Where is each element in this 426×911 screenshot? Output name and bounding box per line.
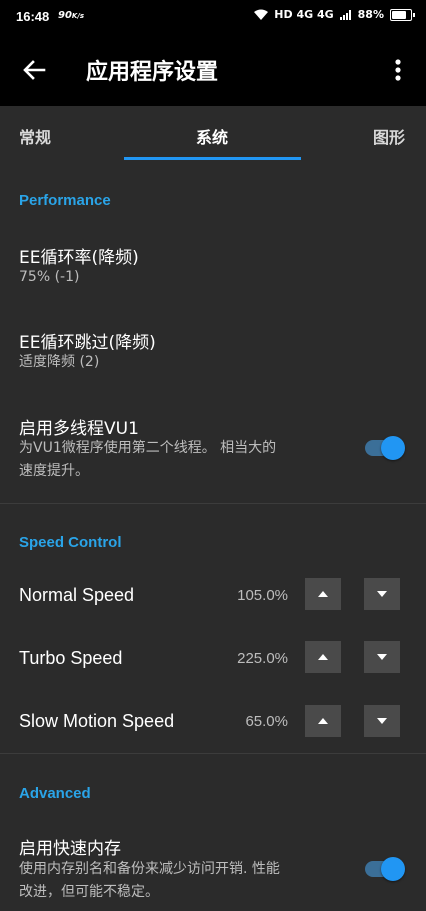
ee-cycle-skip-title: EE循环跳过(降频) — [19, 333, 156, 353]
section-header-performance: Performance — [19, 192, 111, 209]
status-bar: 16:48 90K/s HD 4G 4G 88% — [0, 0, 426, 34]
signal-indicator: HD 4G 4G — [274, 8, 334, 21]
arrow-down-icon — [377, 718, 387, 724]
toggle-thumb — [381, 436, 405, 460]
mt-vu1-title: 启用多线程VU1 — [19, 419, 139, 439]
tab-graphics[interactable]: 图形 — [373, 124, 405, 148]
increase-button[interactable] — [305, 578, 341, 610]
tab-bar: 常规 系统 图形 — [0, 106, 426, 162]
mt-vu1-desc-line1: 为VU1微程序使用第二个线程。 相当大的 — [19, 440, 277, 456]
fastmem-toggle[interactable] — [363, 857, 405, 881]
arrow-up-icon — [318, 591, 328, 597]
fastmem-desc-line2: 改进，但可能不稳定。 — [19, 884, 159, 900]
arrow-down-icon — [377, 591, 387, 597]
tab-indicator — [124, 157, 301, 160]
section-header-speed-control: Speed Control — [19, 534, 122, 551]
battery-percent: 88% — [357, 8, 384, 21]
tab-system[interactable]: 系统 — [196, 124, 228, 148]
status-time: 16:48 — [16, 9, 50, 24]
toggle-thumb — [381, 857, 405, 881]
fastmem-title: 启用快速内存 — [19, 839, 121, 859]
tab-general[interactable]: 常规 — [19, 124, 51, 148]
arrow-up-icon — [318, 718, 328, 724]
decrease-button[interactable] — [364, 578, 400, 610]
app-bar: 应用程序设置 — [0, 34, 426, 106]
arrow-down-icon — [377, 654, 387, 660]
status-icons: HD 4G 4G 88% — [254, 8, 415, 21]
ee-cycle-rate-title: EE循环率(降频) — [19, 248, 139, 268]
section-header-advanced: Advanced — [19, 785, 91, 802]
mt-vu1-desc-line2: 速度提升。 — [19, 463, 89, 479]
speed-label: Normal Speed — [19, 585, 135, 605]
page-title: 应用程序设置 — [86, 60, 219, 85]
divider — [0, 503, 426, 504]
speed-label: Slow Motion Speed — [19, 711, 175, 731]
divider — [0, 753, 426, 754]
increase-button[interactable] — [305, 641, 341, 673]
arrow-up-icon — [318, 654, 328, 660]
increase-button[interactable] — [305, 705, 341, 737]
speed-value: 225.0% — [237, 650, 288, 667]
battery-icon — [390, 8, 415, 21]
wifi-icon — [254, 9, 269, 20]
ee-cycle-skip-value: 适度降频 (2) — [19, 354, 100, 370]
more-vert-icon[interactable] — [388, 54, 408, 86]
decrease-button[interactable] — [364, 705, 400, 737]
signal-icon — [339, 9, 351, 20]
fastmem-desc-line1: 使用内存别名和备份来减少访问开销. 性能 — [19, 861, 280, 877]
mt-vu1-toggle[interactable] — [363, 436, 405, 460]
speed-label: Turbo Speed — [19, 648, 123, 668]
speed-value: 105.0% — [237, 587, 288, 604]
network-speed: 90K/s — [58, 10, 85, 21]
decrease-button[interactable] — [364, 641, 400, 673]
ee-cycle-rate-value: 75% (-1) — [19, 269, 80, 285]
speed-value: 65.0% — [245, 713, 288, 730]
back-arrow-icon[interactable] — [20, 56, 48, 84]
